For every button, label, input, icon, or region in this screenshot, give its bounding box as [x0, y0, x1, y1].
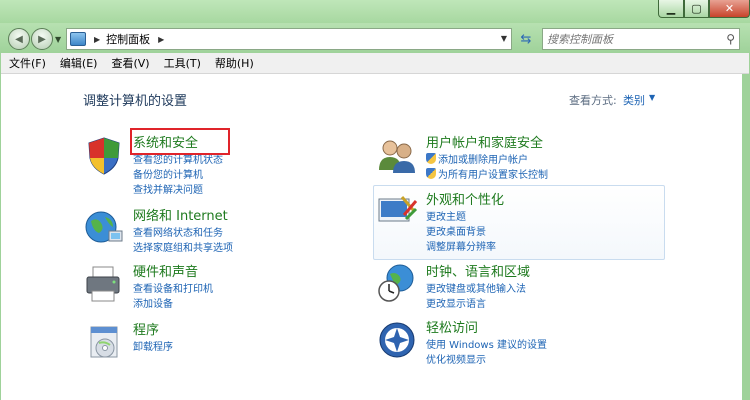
uac-shield-icon — [426, 168, 436, 179]
link-add-remove-accounts-label: 添加或删除用户帐户 — [438, 155, 528, 166]
category-title-clock-language[interactable]: 时钟、语言和区域 — [426, 261, 530, 280]
link-optimize-display[interactable]: 优化视频显示 — [426, 351, 486, 366]
category-title-ease-of-access[interactable]: 轻松访问 — [426, 317, 478, 336]
breadcrumb-chevron-icon[interactable]: ▶ — [158, 35, 164, 44]
link-backup-computer[interactable]: 备份您的计算机 — [133, 166, 203, 181]
address-dropdown-icon[interactable]: ▼ — [501, 34, 507, 43]
category-title-appearance[interactable]: 外观和个性化 — [426, 189, 504, 208]
category-clock-language: 时钟、语言和区域 更改键盘或其他输入法 更改显示语言 — [376, 261, 666, 317]
menu-edit[interactable]: 编辑(E) — [60, 55, 98, 71]
navigation-bar: ◀ ▶ ▼ ▶ 控制面板 ▶ ▼ ⇆ ⚲ — [0, 23, 750, 53]
link-homegroup-sharing[interactable]: 选择家庭组和共享选项 — [133, 239, 233, 254]
search-input[interactable] — [547, 32, 717, 46]
link-change-theme[interactable]: 更改主题 — [426, 208, 466, 223]
network-globe-icon — [85, 211, 123, 243]
view-by-label: 查看方式: — [569, 94, 617, 107]
refresh-button[interactable]: ⇆ — [515, 28, 537, 50]
link-keyboard-input[interactable]: 更改键盘或其他输入法 — [426, 280, 526, 295]
ease-of-access-icon — [379, 322, 415, 358]
menu-file[interactable]: 文件(F) — [9, 55, 46, 71]
menu-tools[interactable]: 工具(T) — [164, 55, 201, 71]
system-security-shield-icon — [88, 137, 120, 175]
menu-help[interactable]: 帮助(H) — [215, 55, 254, 71]
back-button[interactable]: ◀ — [8, 28, 30, 50]
category-title-programs[interactable]: 程序 — [133, 319, 159, 338]
search-box[interactable]: ⚲ — [542, 28, 740, 50]
search-icon[interactable]: ⚲ — [726, 32, 735, 46]
link-parental-controls-label: 为所有用户设置家长控制 — [438, 170, 548, 181]
forward-arrow-icon: ▶ — [38, 33, 46, 45]
page-title: 调整计算机的设置 — [83, 94, 188, 109]
category-title-user-accounts[interactable]: 用户帐户和家庭安全 — [426, 132, 543, 151]
link-display-language[interactable]: 更改显示语言 — [426, 295, 486, 310]
address-bar[interactable]: ▶ 控制面板 ▶ ▼ — [66, 28, 512, 50]
recent-pages-chevron-icon[interactable]: ▼ — [55, 35, 61, 44]
link-add-device[interactable]: 添加设备 — [133, 295, 173, 310]
menu-view[interactable]: 查看(V) — [111, 55, 149, 71]
control-panel-icon — [70, 32, 86, 46]
category-ease-of-access: 轻松访问 使用 Windows 建议的设置 优化视频显示 — [376, 317, 666, 373]
refresh-icon: ⇆ — [520, 31, 532, 47]
minimize-button[interactable]: ▁ — [658, 0, 684, 18]
uac-shield-icon — [426, 153, 436, 164]
category-user-accounts: 用户帐户和家庭安全 添加或删除用户帐户 为所有用户设置家长控制 — [376, 132, 666, 186]
breadcrumb-chevron-icon[interactable]: ▶ — [94, 35, 100, 44]
category-title-hardware-sound[interactable]: 硬件和声音 — [133, 261, 198, 280]
category-network-internet: 网络和 Internet 查看网络状态和任务 选择家庭组和共享选项 — [83, 205, 323, 261]
category-title-network-internet[interactable]: 网络和 Internet — [133, 205, 228, 224]
link-devices-printers[interactable]: 查看设备和打印机 — [133, 280, 213, 295]
maximize-button[interactable]: ▢ — [684, 0, 709, 18]
menu-bar: 文件(F) 编辑(E) 查看(V) 工具(T) 帮助(H) — [1, 53, 749, 74]
link-view-network-status[interactable]: 查看网络状态和任务 — [133, 224, 223, 239]
link-parental-controls[interactable]: 为所有用户设置家长控制 — [426, 166, 548, 181]
link-recommended-settings[interactable]: 使用 Windows 建议的设置 — [426, 336, 547, 351]
close-button[interactable]: ✕ — [709, 0, 750, 18]
control-panel-content: 调整计算机的设置 查看方式: 类别 ▼ 系统和安全 查看您的计算机状态 备份您的… — [1, 74, 742, 400]
breadcrumb-control-panel[interactable]: 控制面板 — [106, 31, 150, 47]
users-icon — [379, 140, 415, 173]
forward-button[interactable]: ▶ — [31, 28, 53, 50]
link-troubleshoot[interactable]: 查找并解决问题 — [133, 181, 203, 196]
back-arrow-icon: ◀ — [15, 33, 23, 45]
link-desktop-background[interactable]: 更改桌面背景 — [426, 223, 486, 238]
programs-disc-icon — [90, 326, 118, 358]
title-bar[interactable]: ▁ ▢ ✕ — [0, 0, 750, 23]
printer-icon — [86, 266, 120, 302]
link-screen-resolution[interactable]: 调整屏幕分辨率 — [426, 238, 496, 253]
close-icon: ✕ — [724, 2, 735, 15]
clock-globe-icon — [378, 264, 414, 302]
appearance-icon — [378, 196, 418, 222]
category-programs: 程序 卸载程序 — [83, 319, 323, 375]
link-add-remove-accounts[interactable]: 添加或删除用户帐户 — [426, 151, 528, 166]
category-hardware-sound: 硬件和声音 查看设备和打印机 添加设备 — [83, 261, 323, 317]
minimize-icon: ▁ — [666, 2, 676, 15]
category-appearance: 外观和个性化 更改主题 更改桌面背景 调整屏幕分辨率 — [376, 189, 666, 259]
link-uninstall-program[interactable]: 卸载程序 — [133, 338, 173, 353]
maximize-icon: ▢ — [691, 2, 702, 15]
highlight-box — [130, 128, 230, 155]
view-by-dropdown[interactable]: 类别 — [623, 92, 645, 108]
window-border-right — [742, 74, 750, 400]
view-by-chevron-icon[interactable]: ▼ — [649, 93, 655, 102]
window: ▁ ▢ ✕ ◀ ▶ ▼ ▶ 控制面板 ▶ ▼ ⇆ ⚲ 文件(F) 编辑(E) 查… — [0, 0, 750, 400]
